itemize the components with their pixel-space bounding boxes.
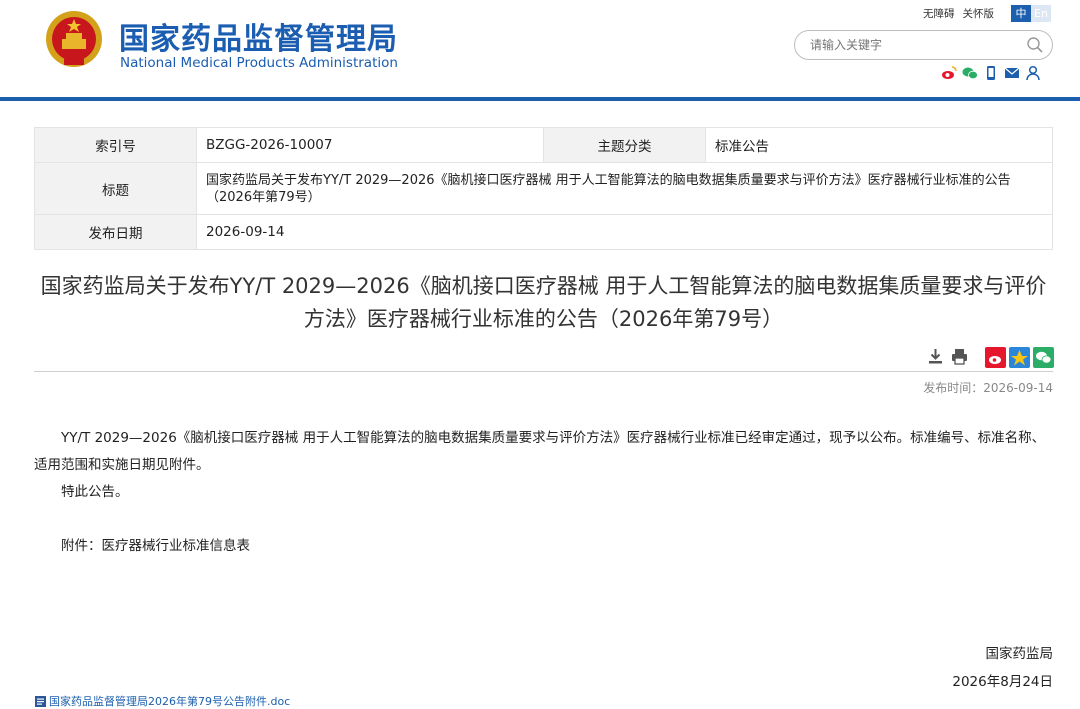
lang-zh-button[interactable]: 中 — [1011, 5, 1031, 22]
search-icon[interactable] — [1026, 36, 1044, 54]
article-title: 国家药监局关于发布YY/T 2029—2026《脑机接口医疗器械 用于人工智能算… — [40, 274, 1047, 331]
attachment-link-label[interactable]: 国家药品监督管理局2026年第79号公告附件.doc — [49, 693, 290, 709]
qzone-share-icon[interactable] — [1009, 347, 1030, 368]
table-row: 标题 国家药监局关于发布YY/T 2029—2026《脑机接口医疗器械 用于人工… — [34, 162, 1053, 215]
site-header: 国家药品监督管理局 National Medical Products Admi… — [0, 0, 1080, 101]
date-label: 发布日期 — [34, 214, 197, 250]
attachment-link[interactable]: 国家药品监督管理局2026年第79号公告附件.doc — [34, 693, 290, 709]
wechat-share-icon[interactable] — [1033, 347, 1054, 368]
index-label: 索引号 — [34, 127, 197, 163]
lang-en-button[interactable]: En — [1031, 5, 1051, 22]
user-icon[interactable] — [1025, 65, 1041, 81]
site-logo-en[interactable]: National Medical Products Administration — [120, 55, 398, 71]
language-switcher: 中 En — [1011, 5, 1051, 22]
date-value: 2026-09-14 — [196, 214, 1053, 250]
doc-file-icon — [35, 695, 46, 707]
title-label: 标题 — [34, 162, 197, 215]
title-divider — [34, 371, 1053, 372]
index-value: BZGG-2026-10007 — [196, 127, 544, 163]
mobile-icon[interactable] — [983, 65, 999, 81]
accessibility-link[interactable]: 无障碍 — [923, 8, 955, 20]
search-box — [794, 30, 1053, 60]
print-icon[interactable] — [950, 347, 969, 366]
article-tools — [926, 347, 969, 366]
table-row: 发布日期 2026-09-14 — [34, 214, 1053, 250]
article-share — [985, 347, 1054, 368]
header-divider — [0, 97, 1080, 101]
weibo-icon[interactable] — [941, 65, 957, 81]
care-mode-link[interactable]: 关怀版 — [963, 8, 995, 20]
attachment-note: 附件：医疗器械行业标准信息表 — [61, 538, 250, 554]
top-links: 无障碍 关怀版 — [923, 6, 1002, 21]
download-icon[interactable] — [926, 347, 945, 366]
search-input[interactable] — [810, 36, 1020, 54]
table-row: 索引号 BZGG-2026-10007 主题分类 标准公告 — [34, 127, 1053, 163]
body-paragraph: 特此公告。 — [61, 484, 129, 500]
category-label: 主题分类 — [543, 127, 706, 163]
mail-icon[interactable] — [1004, 65, 1020, 81]
header-share-icons — [941, 65, 1041, 81]
publish-time: 发布时间：2026-09-14 — [923, 381, 1053, 395]
category-value: 标准公告 — [705, 127, 1053, 163]
signature-date: 2026年8月24日 — [952, 674, 1053, 690]
wechat-icon[interactable] — [962, 65, 978, 81]
metadata-table: 索引号 BZGG-2026-10007 主题分类 标准公告 标题 国家药监局关于… — [34, 127, 1053, 250]
article-body: YY/T 2029—2026《脑机接口医疗器械 用于人工智能算法的脑电数据集质量… — [34, 425, 1053, 560]
site-logo-cn[interactable]: 国家药品监督管理局 — [119, 14, 398, 58]
national-emblem-icon — [46, 11, 102, 67]
weibo-share-icon[interactable] — [985, 347, 1006, 368]
body-paragraph: YY/T 2029—2026《脑机接口医疗器械 用于人工智能算法的脑电数据集质量… — [34, 430, 1046, 473]
title-value: 国家药监局关于发布YY/T 2029—2026《脑机接口医疗器械 用于人工智能算… — [196, 162, 1053, 215]
signature-org: 国家药监局 — [985, 646, 1054, 662]
